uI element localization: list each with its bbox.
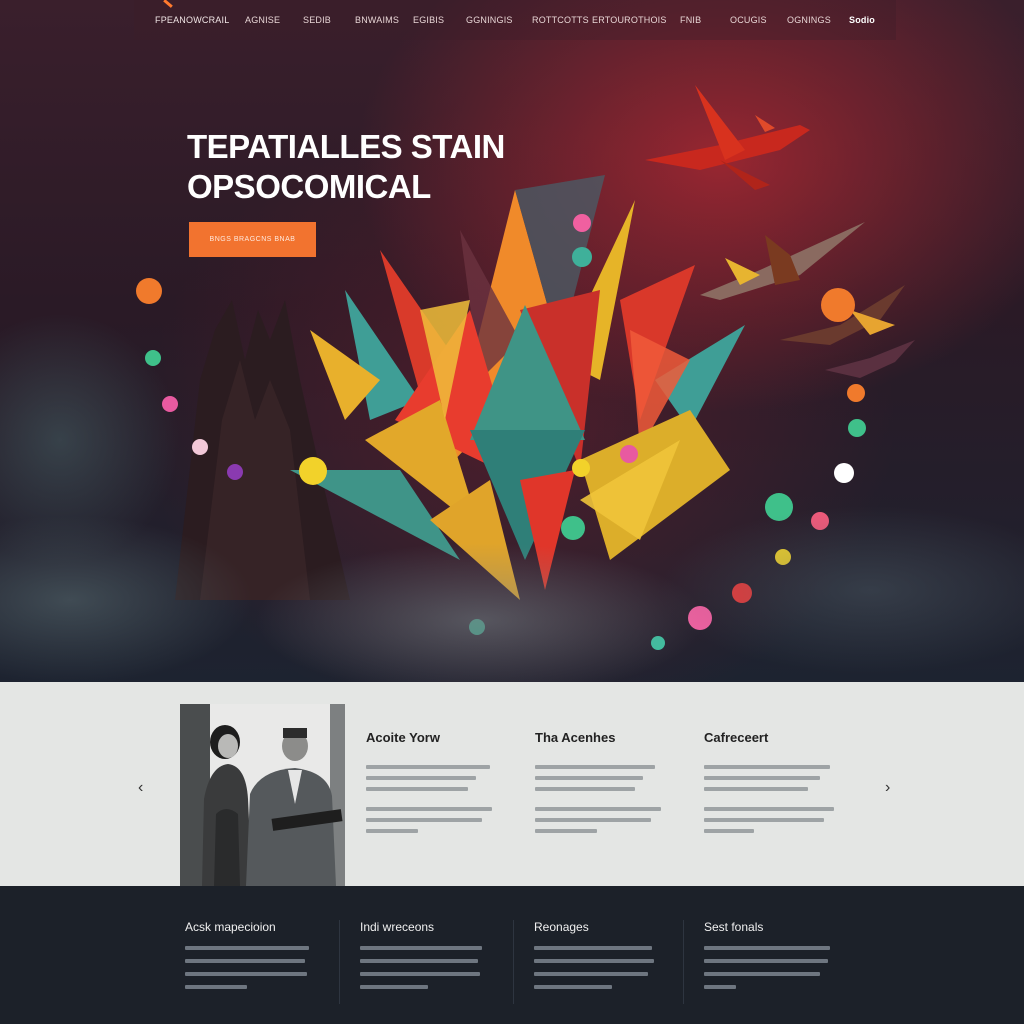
nav-item-5[interactable]: GGNINGIS	[466, 15, 513, 25]
nav-item-9[interactable]: OCUGIS	[730, 15, 767, 25]
fog-bottom	[0, 470, 1024, 682]
footer-column-4: Sest fonals	[704, 920, 834, 998]
footer-divider	[513, 920, 514, 1004]
text-line	[534, 959, 654, 963]
feature-column-1: Acoite Yorw	[366, 730, 506, 840]
hero-title-line-2: OPSOCOMICAL	[187, 168, 431, 205]
footer-column-3: Reonages	[534, 920, 664, 998]
carousel-next-button[interactable]: ›	[885, 780, 890, 796]
text-line	[704, 959, 828, 963]
nav-item-10[interactable]: OGNINGS	[787, 15, 831, 25]
feature-title-1: Acoite Yorw	[366, 730, 440, 745]
footer-title-1[interactable]: Acsk mapecioion	[185, 920, 315, 934]
text-line	[366, 807, 492, 811]
team-photo	[180, 704, 345, 886]
text-line	[534, 985, 612, 989]
text-line	[704, 807, 834, 811]
footer-divider	[339, 920, 340, 1004]
feature-title-2: Tha Acenhes	[535, 730, 616, 745]
team-photo-art	[180, 704, 345, 886]
text-line	[704, 972, 820, 976]
nav-item-8[interactable]: FNIB	[680, 15, 701, 25]
text-line	[535, 765, 655, 769]
plane-1	[645, 85, 810, 190]
text-line	[366, 829, 418, 833]
text-line	[535, 807, 661, 811]
text-line	[704, 818, 824, 822]
text-line	[704, 829, 754, 833]
text-line	[535, 818, 651, 822]
text-line	[704, 765, 830, 769]
cta-button[interactable]: BNGS BRAGCNS BNAB	[189, 222, 316, 257]
text-line	[360, 959, 478, 963]
footer-column-1: Acsk mapecioion	[185, 920, 315, 998]
footer-divider	[683, 920, 684, 1004]
text-line	[704, 787, 808, 791]
footer-title-3[interactable]: Reonages	[534, 920, 664, 934]
text-line	[185, 985, 247, 989]
feature-title-3: Cafreceert	[704, 730, 769, 745]
hero-title: TEPATIALLES STAIN OPSOCOMICAL	[187, 127, 505, 207]
nav-brand[interactable]: FPEANOWCRAIL	[155, 15, 229, 25]
text-line	[360, 985, 428, 989]
nav-item-1[interactable]: AGNISE	[245, 15, 280, 25]
text-line	[535, 776, 643, 780]
text-line	[704, 776, 820, 780]
text-line	[185, 959, 305, 963]
features-section: ‹ › Acoite Yorw Tha Acenhes Cafreceert	[0, 682, 1024, 886]
text-line	[360, 972, 480, 976]
plane-4	[825, 340, 915, 378]
text-line	[535, 829, 597, 833]
nav-item-4[interactable]: EGIBIS	[413, 15, 444, 25]
footer-title-4[interactable]: Sest fonals	[704, 920, 834, 934]
text-line	[535, 787, 635, 791]
nav-item-2[interactable]: SEDIB	[303, 15, 331, 25]
footer-title-2[interactable]: Indi wreceons	[360, 920, 490, 934]
footer-column-2: Indi wreceons	[360, 920, 490, 998]
nav-item-last[interactable]: Sodio	[849, 15, 875, 25]
text-line	[366, 765, 490, 769]
footer: Acsk mapecioion Indi wreceons Reonages S…	[0, 886, 1024, 1024]
hero-title-line-1: TEPATIALLES STAIN	[187, 128, 505, 165]
text-line	[534, 946, 652, 950]
text-line	[366, 776, 476, 780]
feature-column-2: Tha Acenhes	[535, 730, 675, 840]
feature-column-3: Cafreceert	[704, 730, 844, 840]
text-line	[534, 972, 648, 976]
text-line	[704, 946, 830, 950]
nav-item-3[interactable]: BNWAIMS	[355, 15, 399, 25]
text-line	[704, 985, 736, 989]
hero-section: FPEANOWCRAIL AGNISE SEDIB BNWAIMS EGIBIS…	[0, 0, 1024, 682]
text-line	[360, 946, 482, 950]
text-line	[185, 972, 307, 976]
nav-item-7[interactable]: ERTOUROTHOIS	[592, 15, 667, 25]
text-line	[366, 787, 468, 791]
text-line	[185, 946, 309, 950]
nav-item-6[interactable]: ROTTCOTTS	[532, 15, 589, 25]
text-line	[366, 818, 482, 822]
carousel-prev-button[interactable]: ‹	[138, 780, 143, 796]
